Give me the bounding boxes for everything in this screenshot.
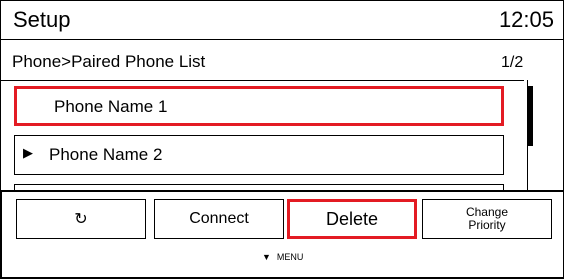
list-item-phone-2[interactable]: ▶ Phone Name 2 xyxy=(14,135,504,175)
menu-hint[interactable]: ▼ MENU xyxy=(262,252,303,262)
list-item-phone-1[interactable]: Phone Name 1 xyxy=(14,86,504,126)
list-item-label: Phone Name 2 xyxy=(49,145,163,164)
divider xyxy=(1,80,524,81)
triangle-down-icon: ▼ xyxy=(262,252,271,262)
delete-button[interactable]: Delete xyxy=(287,199,417,239)
delete-button-label: Delete xyxy=(325,208,379,229)
breadcrumb-bar: Phone>Paired Phone List 1/2 xyxy=(1,40,563,80)
scrollbar-thumb[interactable] xyxy=(527,86,533,146)
screen-title: Setup xyxy=(13,7,71,32)
change-priority-button[interactable]: Change Priority xyxy=(422,199,552,239)
play-triangle-icon: ▶ xyxy=(23,145,33,160)
back-button[interactable]: ↻ xyxy=(16,199,146,239)
page-indicator: 1/2 xyxy=(501,54,524,71)
title-bar: Setup 12:05 xyxy=(1,1,563,40)
back-arrow-icon: ↻ xyxy=(74,211,88,228)
connect-button[interactable]: Connect xyxy=(154,199,284,239)
clock: 12:05 xyxy=(498,7,554,32)
menu-hint-label: MENU xyxy=(276,252,304,262)
breadcrumb: Phone>Paired Phone List xyxy=(12,52,206,71)
list-item-label: Phone Name 1 xyxy=(54,97,168,116)
change-priority-label: Change Priority xyxy=(465,205,509,232)
connect-button-label: Connect xyxy=(189,210,249,227)
